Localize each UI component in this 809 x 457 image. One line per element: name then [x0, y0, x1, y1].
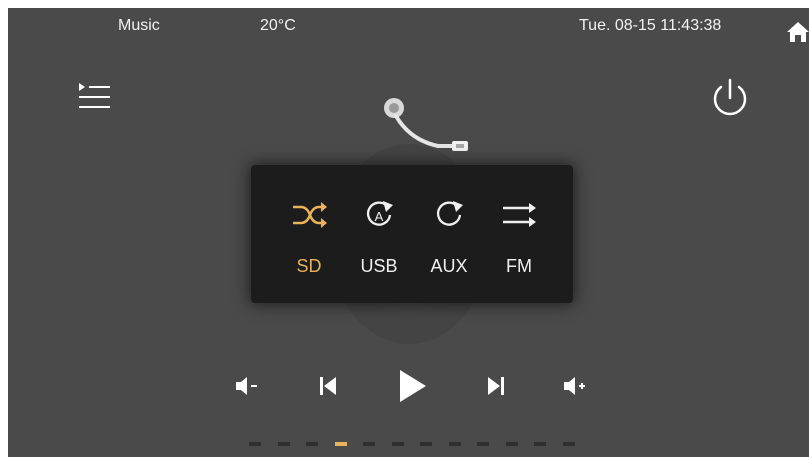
- datetime-readout: Tue. 08-15 11:43:38: [579, 17, 722, 34]
- sequential-icon[interactable]: [497, 193, 541, 237]
- volume-down-icon[interactable]: [232, 370, 264, 402]
- tonearm-icon: [384, 98, 468, 151]
- previous-icon[interactable]: [314, 370, 342, 402]
- source-aux[interactable]: AUX: [419, 255, 479, 277]
- page-dot[interactable]: [477, 442, 489, 446]
- repeat-icon[interactable]: [427, 193, 471, 237]
- play-icon[interactable]: [394, 366, 430, 406]
- page-dot[interactable]: [306, 442, 318, 446]
- playlist-menu-icon[interactable]: [76, 80, 112, 114]
- music-screen: Music 20°C Tue. 08-15 11:43:38 A SD USB …: [8, 8, 809, 457]
- volume-up-icon[interactable]: [560, 370, 592, 402]
- page-dot[interactable]: [420, 442, 432, 446]
- source-popup: A SD USB AUX FM: [251, 165, 573, 303]
- svg-text:A: A: [375, 209, 384, 224]
- page-dot[interactable]: [448, 442, 461, 446]
- temperature-readout: 20°C: [260, 17, 296, 34]
- page-dot[interactable]: [334, 442, 347, 446]
- shuffle-icon[interactable]: [287, 193, 331, 237]
- source-usb[interactable]: USB: [349, 255, 409, 277]
- page-dot[interactable]: [505, 442, 518, 446]
- page-dot[interactable]: [277, 442, 290, 446]
- app-title: Music: [118, 17, 160, 34]
- page-dot[interactable]: [534, 442, 546, 446]
- power-icon[interactable]: [708, 76, 752, 120]
- next-icon[interactable]: [482, 370, 510, 402]
- page-dot[interactable]: [562, 442, 575, 446]
- page-dot[interactable]: [249, 442, 261, 446]
- source-sd[interactable]: SD: [279, 255, 339, 277]
- home-icon[interactable]: [786, 20, 809, 44]
- page-dot[interactable]: [391, 442, 404, 446]
- source-fm[interactable]: FM: [489, 255, 549, 277]
- repeat-a-icon[interactable]: A: [357, 193, 401, 237]
- page-dot[interactable]: [363, 442, 375, 446]
